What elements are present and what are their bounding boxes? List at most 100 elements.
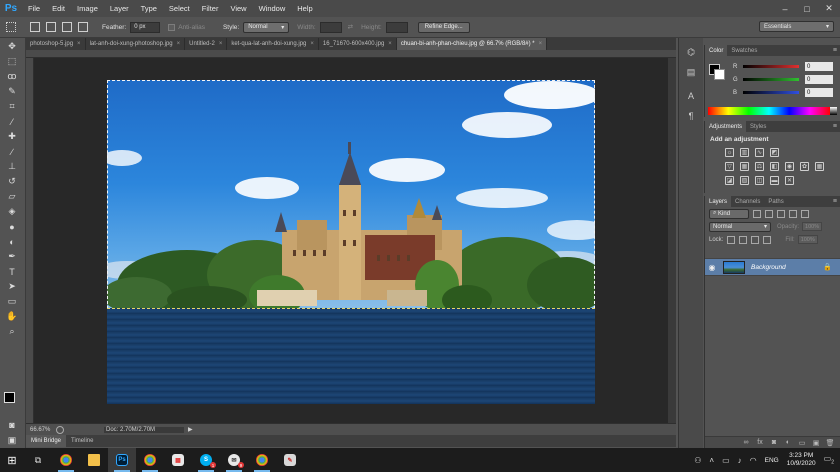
document-canvas[interactable]	[107, 80, 595, 404]
panel-background-swatch[interactable]	[714, 69, 725, 80]
tab-color[interactable]: Color	[705, 45, 728, 56]
lock-all-icon[interactable]	[763, 235, 772, 244]
paint-icon[interactable]: ✎	[276, 448, 304, 472]
refine-edge-button[interactable]: Refine Edge...	[417, 21, 470, 33]
volume-icon[interactable]: ♪	[738, 456, 742, 465]
filter-kind-select[interactable]: ⌕ Kind	[709, 208, 749, 219]
dodge-tool-icon[interactable]: ◐	[5, 235, 19, 248]
document-size[interactable]: Doc: 2.70M/2.70M	[104, 426, 184, 433]
windows-start-icon[interactable]: ⊞	[0, 448, 24, 472]
network-icon[interactable]: ▭	[722, 456, 730, 465]
status-arrow-icon[interactable]: ▶	[188, 426, 193, 433]
doc-tab[interactable]: ket-qua-lat-anh-doi-xung.jpg ×	[227, 38, 319, 50]
doc-tab[interactable]: Untitled-2 ×	[185, 38, 228, 50]
hand-tool-icon[interactable]: ✋	[5, 310, 19, 323]
width-input[interactable]	[319, 21, 342, 33]
menu-type[interactable]: Type	[135, 4, 163, 13]
blue-slider[interactable]	[743, 91, 799, 94]
visibility-eye-icon[interactable]: ◉	[705, 263, 719, 272]
close-icon[interactable]: ×	[388, 41, 392, 47]
levels-icon[interactable]: ▥	[740, 148, 749, 157]
move-tool-icon[interactable]: ✥	[5, 40, 19, 53]
close-icon[interactable]: ×	[310, 41, 314, 47]
style-select[interactable]: Normal ▾	[243, 21, 290, 33]
layer-name[interactable]: Background	[751, 264, 786, 271]
close-icon[interactable]: ×	[539, 41, 543, 47]
channel-mixer-icon[interactable]: ✿	[800, 162, 809, 171]
swap-dimensions-icon[interactable]: ⇄	[348, 23, 353, 31]
lock-position-icon[interactable]	[751, 235, 760, 244]
tab-layers[interactable]: Layers	[705, 196, 732, 207]
type-tool-icon[interactable]: T	[5, 265, 19, 278]
exposure-icon[interactable]: ◩	[770, 148, 779, 157]
layer-style-icon[interactable]: fx	[756, 439, 764, 447]
horizontal-ruler[interactable]	[26, 50, 676, 58]
properties-icon[interactable]: ▤	[684, 66, 698, 78]
doc-tab[interactable]: 16_71670-600x400.jpg ×	[319, 38, 397, 50]
intersect-selection-icon[interactable]	[78, 22, 88, 32]
red-value[interactable]: 0	[805, 62, 833, 71]
shape-filter-icon[interactable]	[789, 209, 797, 218]
color-swatches[interactable]	[4, 392, 24, 412]
smart-object-filter-icon[interactable]	[801, 209, 809, 218]
panel-menu-icon[interactable]: ≡	[833, 123, 837, 130]
foreground-color-swatch[interactable]	[4, 392, 15, 403]
green-slider[interactable]	[743, 78, 799, 81]
system-clock[interactable]: 3:23 PM 10/9/2020	[787, 452, 816, 468]
photo-filter-icon[interactable]: ◉	[785, 162, 794, 171]
healing-brush-tool-icon[interactable]: ✚	[5, 130, 19, 143]
opacity-input[interactable]: 100%	[802, 222, 823, 231]
maximize-button[interactable]: □	[796, 0, 818, 17]
doc-tab[interactable]: lat-anh-doi-xung-photoshop.jpg ×	[86, 38, 186, 50]
layer-mask-icon[interactable]: ◙	[770, 439, 778, 447]
rectangle-tool-icon[interactable]: ▭	[5, 295, 19, 308]
height-input[interactable]	[385, 21, 408, 33]
new-layer-icon[interactable]: ▣	[812, 439, 820, 447]
red-slider[interactable]	[743, 65, 799, 68]
invert-icon[interactable]: ◪	[725, 176, 734, 185]
adjustment-layer-icon[interactable]: ◐	[784, 439, 792, 447]
pen-tool-icon[interactable]: ✒	[5, 250, 19, 263]
type-filter-icon[interactable]	[777, 209, 785, 218]
vibrance-icon[interactable]: ▽	[725, 162, 734, 171]
people-icon[interactable]: ⚇	[694, 456, 701, 465]
chrome-alt-icon[interactable]	[248, 448, 276, 472]
history-icon[interactable]: ⌬	[684, 46, 698, 58]
color-spectrum-bar[interactable]	[708, 107, 830, 115]
black-white-ramp[interactable]	[830, 107, 837, 115]
marquee-tool-preset-icon[interactable]	[6, 22, 16, 32]
color-lookup-icon[interactable]: ▦	[815, 162, 824, 171]
vertical-ruler[interactable]	[26, 58, 34, 423]
threshold-icon[interactable]: ◫	[755, 176, 764, 185]
menu-window[interactable]: Window	[253, 4, 292, 13]
subtract-selection-icon[interactable]	[62, 22, 72, 32]
workspace-select[interactable]: Essentials ▾	[759, 21, 834, 32]
slider-row-r[interactable]: R 0	[733, 62, 837, 71]
close-button[interactable]: ✕	[818, 0, 840, 17]
eraser-tool-icon[interactable]: ▱	[5, 190, 19, 203]
quick-mask-icon[interactable]: ◙	[5, 418, 19, 431]
lock-pixels-icon[interactable]	[739, 235, 748, 244]
new-selection-icon[interactable]	[30, 22, 40, 32]
minimize-button[interactable]: –	[774, 0, 796, 17]
paragraph-icon[interactable]: ¶	[684, 110, 698, 122]
adjustment-filter-icon[interactable]	[765, 209, 773, 218]
fill-input[interactable]: 100%	[797, 235, 818, 244]
menu-file[interactable]: File	[22, 4, 46, 13]
slider-row-b[interactable]: B 0	[733, 88, 837, 97]
feather-input[interactable]: 0 px	[130, 21, 161, 33]
tab-styles[interactable]: Styles	[746, 121, 770, 132]
status-menu-icon[interactable]	[56, 425, 64, 434]
show-hidden-icons-icon[interactable]: ˄	[709, 456, 714, 465]
close-icon[interactable]: ×	[177, 41, 181, 47]
menu-select[interactable]: Select	[163, 4, 196, 13]
delete-layer-icon[interactable]: 🗑	[826, 439, 835, 447]
menu-view[interactable]: View	[224, 4, 252, 13]
add-selection-icon[interactable]	[46, 22, 56, 32]
doc-tab-active[interactable]: chuan-bi-anh-phan-chieu.jpg @ 66.7% (RGB…	[396, 38, 548, 50]
panel-menu-icon[interactable]: ≡	[833, 198, 837, 205]
anti-alias-checkbox[interactable]	[168, 23, 176, 31]
link-layers-icon[interactable]: ∞	[742, 439, 750, 447]
quick-selection-tool-icon[interactable]: ✎	[5, 85, 19, 98]
zoom-tool-icon[interactable]: ⌕	[5, 325, 19, 338]
